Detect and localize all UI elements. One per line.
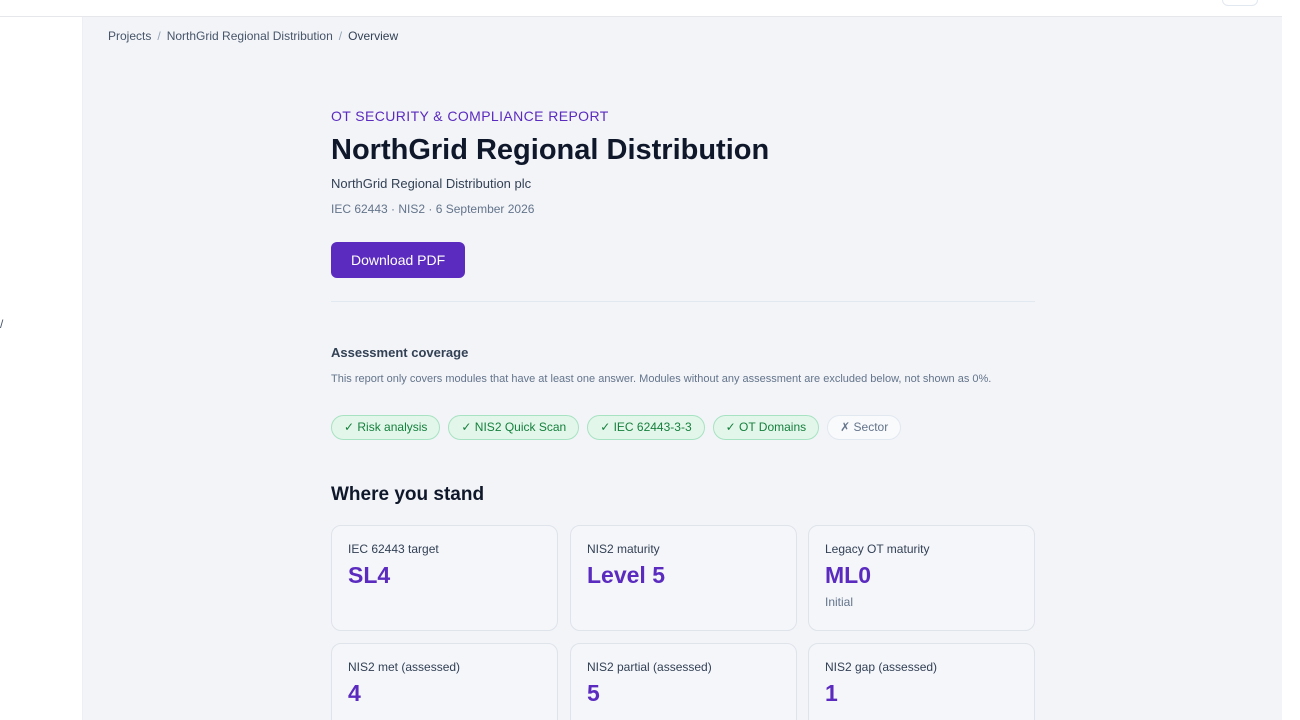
metric-value: SL4	[348, 562, 391, 588]
metric-card-nis2-met: NIS2 met (assessed) 4	[331, 643, 558, 720]
breadcrumb: Projects / NorthGrid Regional Distributi…	[108, 29, 398, 43]
scrollbar-track[interactable]	[1282, 0, 1300, 720]
sidebar-item-fragment[interactable]: /	[0, 317, 3, 331]
metric-label: NIS2 maturity	[587, 542, 660, 556]
page-title: NorthGrid Regional Distribution	[331, 134, 770, 166]
metric-subtext: Initial	[825, 595, 854, 609]
coverage-title: Assessment coverage	[331, 345, 469, 360]
chip-nis2-quick-scan: ✓ NIS2 Quick Scan	[448, 415, 580, 440]
metric-card-legacy-ot-maturity: Legacy OT maturity ML0 Initial	[808, 525, 1035, 631]
metric-value: 5	[587, 680, 600, 706]
coverage-chips: ✓ Risk analysis ✓ NIS2 Quick Scan ✓ IEC …	[331, 415, 902, 440]
breadcrumb-project-link[interactable]: NorthGrid Regional Distribution	[167, 29, 333, 43]
metric-label: NIS2 partial (assessed)	[587, 660, 712, 674]
metric-card-iec-target: IEC 62443 target SL4	[331, 525, 558, 631]
divider	[331, 301, 1035, 302]
coverage-description: This report only covers modules that hav…	[331, 373, 992, 385]
organization-name: NorthGrid Regional Distribution plc	[331, 176, 532, 191]
chip-iec-62443-3-3: ✓ IEC 62443-3-3	[587, 415, 705, 440]
sidebar: /	[0, 17, 83, 720]
chip-risk-analysis: ✓ Risk analysis	[331, 415, 441, 440]
metric-value: ML0	[825, 562, 871, 588]
metric-label: NIS2 met (assessed)	[348, 660, 461, 674]
metric-value: 1	[825, 680, 838, 706]
breadcrumb-separator: /	[338, 29, 343, 43]
chip-ot-domains: ✓ OT Domains	[712, 415, 820, 440]
metric-card-nis2-partial: NIS2 partial (assessed) 5	[570, 643, 797, 720]
section-title: Where you stand	[331, 484, 485, 505]
metric-card-nis2-maturity: NIS2 maturity Level 5	[570, 525, 797, 631]
report-eyebrow: OT SECURITY & COMPLIANCE REPORT	[331, 108, 609, 124]
metric-label: NIS2 gap (assessed)	[825, 660, 938, 674]
top-bar-button[interactable]	[1222, 0, 1258, 6]
report-meta: IEC 62443 · NIS2 · 6 September 2026	[331, 202, 535, 216]
breadcrumb-current: Overview	[348, 29, 399, 43]
metric-label: Legacy OT maturity	[825, 542, 930, 556]
top-bar	[0, 0, 1282, 17]
metric-value: 4	[348, 680, 361, 706]
metric-card-nis2-gap: NIS2 gap (assessed) 1	[808, 643, 1035, 720]
metric-label: IEC 62443 target	[348, 542, 439, 556]
download-pdf-button[interactable]: Download PDF	[331, 242, 466, 278]
breadcrumb-projects-link[interactable]: Projects	[108, 29, 151, 43]
chip-sector: ✗ Sector	[827, 415, 902, 440]
breadcrumb-separator: /	[157, 29, 161, 43]
metric-value: Level 5	[587, 562, 665, 588]
